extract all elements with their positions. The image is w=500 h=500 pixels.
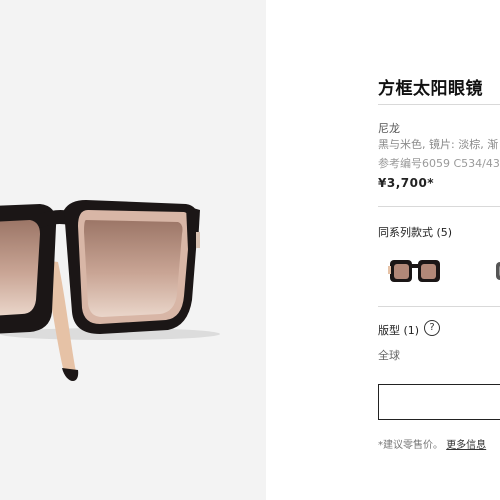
- question-circle-icon[interactable]: ?: [424, 320, 440, 336]
- sunglasses-image: [0, 200, 220, 382]
- price-note-text: *建议零售价。: [378, 440, 443, 451]
- series-label: 同系列款式 (5): [378, 226, 453, 239]
- size-label: 版型 (1): [378, 324, 420, 337]
- title-divider: [378, 104, 500, 105]
- product-price: ¥3,700*: [378, 176, 435, 190]
- product-info-panel: 方框太阳眼镜 尼龙 黑与米色, 镜片: 淡棕, 渐 参考编号6059 C534/…: [378, 0, 500, 500]
- action-button[interactable]: [378, 384, 500, 420]
- series-thumbnail-selected[interactable]: [388, 256, 442, 286]
- series-divider: [378, 306, 500, 307]
- price-divider: [378, 206, 500, 207]
- product-reference: 参考编号6059 C534/43,: [378, 157, 500, 170]
- product-title: 方框太阳眼镜: [378, 79, 483, 99]
- product-description: 黑与米色, 镜片: 淡棕, 渐: [378, 138, 499, 151]
- product-image-panel: [0, 0, 266, 500]
- size-value: 全球: [378, 349, 400, 362]
- price-note: *建议零售价。 更多信息: [378, 436, 486, 451]
- series-thumbnail-next[interactable]: [494, 256, 500, 286]
- product-material: 尼龙: [378, 122, 400, 135]
- more-info-link[interactable]: 更多信息: [446, 440, 486, 451]
